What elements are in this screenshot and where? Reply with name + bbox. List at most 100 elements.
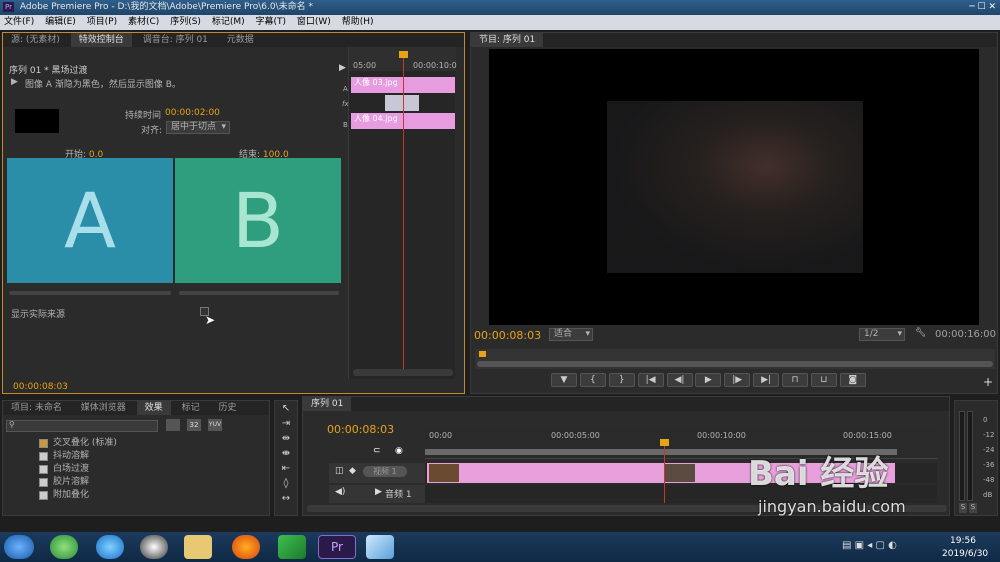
add-marker-button[interactable]: ▼ — [551, 373, 577, 387]
fit-value: 适合 — [554, 329, 573, 339]
effect-item[interactable]: 交叉叠化 (标准) — [35, 437, 265, 450]
ripple-edit-tool-icon[interactable]: ⇹ — [275, 431, 297, 446]
program-current-time[interactable]: 00:00:08:03 — [474, 329, 541, 342]
mini-scrollbar[interactable] — [353, 369, 453, 376]
mini-transition-block[interactable] — [385, 95, 419, 111]
marker-icon[interactable]: ◉ — [395, 446, 403, 456]
project-tabbar: 项目: 未命名 媒体浏览器 效果 标记 历史 — [3, 401, 269, 415]
video-clip-1[interactable] — [427, 463, 667, 483]
fit-select[interactable]: 适合 ▾ — [549, 328, 593, 341]
wrench-icon[interactable]: 🔧︎ — [915, 328, 926, 338]
end-slider[interactable] — [179, 291, 339, 295]
razor-tool-icon[interactable]: ◊ — [275, 476, 297, 491]
tab-program[interactable]: 节目: 序列 01 — [471, 33, 544, 47]
resolution-select[interactable]: 1/2 ▾ — [859, 328, 905, 341]
menu-clip[interactable]: 素材(C) — [128, 17, 159, 27]
track-select-tool-icon[interactable]: ⇥ — [275, 416, 297, 431]
effect-item[interactable]: 胶片溶解 — [35, 476, 265, 489]
effect-item[interactable]: 附加叠化 — [35, 489, 265, 502]
expand-arrow-icon[interactable]: ▶ — [375, 487, 382, 497]
menu-marker[interactable]: 标记(M) — [212, 17, 245, 27]
expand-arrow-icon[interactable]: ▶ — [11, 77, 18, 87]
32-bit-icon[interactable]: 32 — [187, 419, 201, 431]
rate-stretch-tool-icon[interactable]: ⇤ — [275, 461, 297, 476]
solo-button[interactable]: S — [969, 503, 977, 513]
snap-icon[interactable]: ⊂ — [373, 446, 381, 456]
paint-icon[interactable] — [366, 535, 394, 559]
start-slider[interactable] — [9, 291, 171, 295]
program-scrubber[interactable] — [475, 349, 995, 369]
tab-effects[interactable]: 效果 — [136, 401, 171, 415]
menu-window[interactable]: 窗口(W) — [297, 17, 331, 27]
preview-a-tile[interactable]: A — [7, 158, 173, 283]
menu-file[interactable]: 文件(F) — [4, 17, 34, 27]
timeline-playhead-handle[interactable] — [660, 439, 669, 446]
tab-audio-mixer[interactable]: 调音台: 序列 01 — [135, 33, 216, 47]
tab-effect-controls[interactable]: 特效控制台 — [70, 33, 132, 47]
program-playhead-handle[interactable] — [479, 351, 486, 357]
menu-help[interactable]: 帮助(H) — [342, 17, 374, 27]
duration-value[interactable]: 00:00:02:00 — [165, 108, 220, 118]
new-bin-icon[interactable] — [166, 419, 180, 431]
play-triangle-icon[interactable]: ▶ — [339, 63, 346, 73]
browser-icon[interactable] — [96, 535, 124, 559]
eye-icon[interactable]: ◫ — [335, 466, 344, 476]
mark-in-button[interactable]: { — [579, 373, 606, 387]
slip-tool-icon[interactable]: ↔ — [275, 491, 297, 506]
firefox-icon[interactable] — [232, 535, 260, 559]
step-forward-button[interactable]: |▶ — [724, 373, 751, 387]
program-zoom-bar[interactable] — [477, 361, 993, 367]
menu-edit[interactable]: 编辑(E) — [45, 17, 76, 27]
mini-playhead[interactable] — [403, 55, 404, 370]
go-to-in-button[interactable]: |◀ — [637, 373, 664, 387]
lift-button[interactable]: ⊓ — [782, 373, 808, 387]
effect-footer-time[interactable]: 00:00:08:03 — [13, 382, 68, 392]
align-select[interactable]: 居中于切点 ▾ — [166, 121, 230, 134]
go-to-out-button[interactable]: ▶| — [753, 373, 780, 387]
source-tabbar: 源: (无素材) 特效控制台 调音台: 序列 01 元数据 — [3, 33, 464, 47]
file-explorer-icon[interactable] — [184, 535, 212, 559]
window-controls[interactable]: ─ ☐ ✕ — [969, 0, 996, 15]
rolling-edit-tool-icon[interactable]: ⇼ — [275, 446, 297, 461]
effects-search-input[interactable]: ⚲ — [6, 420, 158, 432]
timeline-playhead[interactable] — [664, 441, 665, 503]
add-button-icon[interactable]: + — [983, 375, 993, 389]
menu-sequence[interactable]: 序列(S) — [170, 17, 201, 27]
step-back-button[interactable]: ◀| — [666, 373, 693, 387]
menu-project[interactable]: 项目(P) — [87, 17, 117, 27]
timeline-current-time[interactable]: 00:00:08:03 — [327, 423, 394, 436]
play-button[interactable]: ▶ — [695, 373, 722, 387]
premiere-taskbar-icon[interactable]: Pr — [318, 535, 356, 559]
start-button[interactable] — [4, 535, 34, 559]
extract-button[interactable]: ⊔ — [810, 373, 837, 387]
project-panel: 项目: 未命名 媒体浏览器 效果 标记 历史 ⚲ 32 YUV 交叉叠化 (标准… — [2, 400, 270, 516]
mini-playhead-handle[interactable] — [399, 51, 408, 58]
effect-item[interactable]: 抖动溶解 — [35, 450, 265, 463]
qq-icon[interactable] — [140, 535, 168, 559]
tab-history[interactable]: 历史 — [210, 401, 244, 415]
transport-controls: ▼ { } |◀ ◀| ▶ |▶ ▶| ⊓ ⊔ ◙ — [551, 373, 971, 389]
menu-title[interactable]: 字幕(T) — [255, 17, 286, 27]
mark-out-button[interactable]: } — [608, 373, 635, 387]
windows-taskbar: Pr ▤ ▣ ◂ ▢ ◐ 19:56 2019/6/30 — [0, 532, 1000, 562]
media-player-icon[interactable] — [278, 535, 306, 559]
audio-track-header[interactable]: ◀) ▶ 音频 1 — [329, 485, 425, 503]
lock-icon[interactable]: ◆ — [349, 466, 356, 476]
effect-item[interactable]: 白场过渡 — [35, 463, 265, 476]
yuv-icon[interactable]: YUV — [208, 419, 222, 431]
video-track-header[interactable]: ◫ ◆ 视频 1 — [329, 463, 425, 483]
solo-button[interactable]: S — [959, 503, 967, 513]
360-icon[interactable] — [50, 535, 78, 559]
tray-icons[interactable]: ▤ ▣ ◂ ▢ ◐ — [842, 540, 897, 551]
effect-item-label: 胶片溶解 — [53, 477, 90, 487]
tab-source[interactable]: 源: (无素材) — [3, 33, 68, 47]
tab-sequence[interactable]: 序列 01 — [303, 397, 352, 411]
preview-b-tile[interactable]: B — [175, 158, 341, 283]
tab-media-browser[interactable]: 媒体浏览器 — [73, 401, 134, 415]
speaker-icon[interactable]: ◀) — [335, 487, 345, 497]
export-frame-button[interactable]: ◙ — [839, 373, 866, 387]
tab-markers[interactable]: 标记 — [174, 401, 208, 415]
tab-project[interactable]: 项目: 未命名 — [3, 401, 70, 415]
selection-tool-icon[interactable]: ↖ — [275, 401, 297, 416]
tab-metadata[interactable]: 元数据 — [219, 33, 262, 47]
